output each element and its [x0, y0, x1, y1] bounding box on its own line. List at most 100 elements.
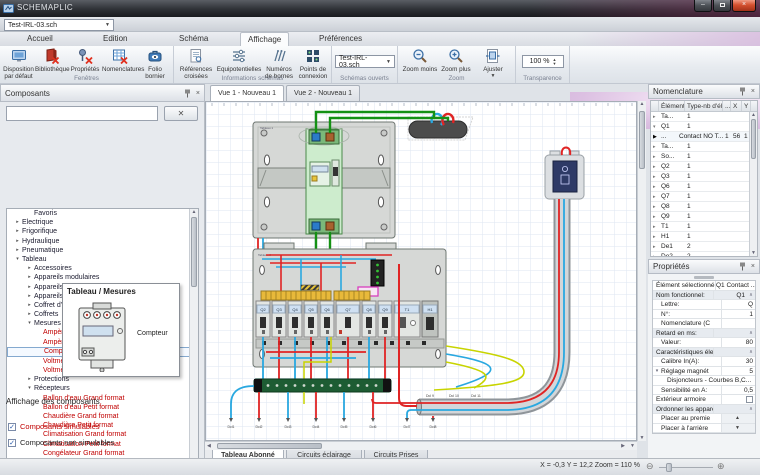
prop-row-exterieur-armoire[interactable]: Extérieur armoire — [653, 395, 755, 405]
schemas-ouverts-combo[interactable]: Test-IRL-03.sch▼ — [335, 55, 395, 68]
close-button[interactable]: × — [732, 0, 756, 12]
table-row-selected[interactable]: ▶...Contact NO T...1561 — [651, 132, 757, 142]
nomenclature-columns[interactable]: Élément Type-nb d'él... ... X Y — [651, 101, 757, 112]
zoom-moins-button[interactable]: Zoom moins — [402, 48, 438, 74]
canvas-hscrollbar[interactable]: ◀ ▶ ▼ — [205, 441, 637, 450]
proprietes-button[interactable]: Propriétés — [68, 48, 102, 74]
scroll-right-icon[interactable]: ▶ — [621, 443, 625, 449]
tab-affichage[interactable]: Affichage — [240, 32, 289, 46]
table-row[interactable]: ▸Q61 — [651, 182, 757, 192]
close-icon[interactable]: × — [751, 88, 755, 95]
tab-accueil[interactable]: Accueil — [20, 32, 60, 46]
zoom-out-icon[interactable]: ⊖ — [646, 461, 654, 472]
tab-schema[interactable]: Schéma — [172, 32, 215, 46]
tree-item-frigorifique[interactable]: ▸Frigorifique — [7, 227, 198, 236]
view-tab-1[interactable]: Vue 1 - Nouveau 1 — [210, 85, 284, 101]
bornier-terre[interactable] — [254, 379, 391, 392]
tableau-repartition[interactable]: Tableau 2 Q2 Q — [253, 243, 446, 367]
prop-row-lettre[interactable]: Lettre:Q — [653, 300, 755, 310]
prop-row-calibre[interactable]: Calibre In(A):30 — [653, 357, 755, 367]
tree-item-congelateur-grand[interactable]: Congélateur Grand format — [7, 449, 198, 458]
table-row[interactable]: ▸Ta...1 — [651, 112, 757, 122]
pin-icon[interactable] — [184, 89, 191, 98]
tree-item-recepteurs[interactable]: ▾Récepteurs — [7, 384, 198, 393]
coffret-abonne[interactable]: Tableau 1 — [253, 122, 395, 238]
tree-scrollbar[interactable]: ▲ ▼ — [189, 209, 198, 475]
prop-group-nom-fonctionnel[interactable]: Nom fonctionnel:Q1∧ — [653, 291, 755, 301]
scroll-split-icon[interactable]: ▼ — [630, 443, 635, 449]
placer-arriere-button[interactable]: Placer à l'arrière▼ — [653, 424, 755, 434]
table-row[interactable]: ▸Q71 — [651, 192, 757, 202]
close-icon[interactable]: × — [751, 263, 755, 270]
scroll-up-icon[interactable]: ▲ — [638, 101, 646, 107]
prop-group-ordonner[interactable]: Ordonner les appareils∧ — [653, 405, 755, 415]
nomenclature-scrollbar[interactable]: ▲ ▼ — [749, 112, 757, 256]
zoom-slider-thumb[interactable] — [666, 463, 672, 472]
scroll-thumb[interactable] — [639, 111, 645, 169]
table-row[interactable]: ▸Q31 — [651, 172, 757, 182]
canvas-vscrollbar[interactable]: ▲ ▼ — [637, 101, 646, 441]
table-row[interactable]: ▸De12 — [651, 242, 757, 252]
checkbox-icon[interactable] — [746, 396, 753, 403]
scroll-down-icon[interactable]: ▼ — [750, 250, 757, 256]
tree-item-appareils-modulaires[interactable]: ▸Appareils modulaires — [7, 273, 198, 282]
scroll-thumb[interactable] — [191, 217, 197, 287]
clear-search-button[interactable]: ✕ — [164, 106, 198, 121]
table-row[interactable]: ▸So...1 — [651, 152, 757, 162]
search-input[interactable] — [6, 106, 158, 121]
disjoncteur-branchement[interactable] — [299, 127, 349, 234]
table-row[interactable]: ▸Q81 — [651, 202, 757, 212]
boite-murale[interactable] — [545, 148, 584, 200]
zoom-in-icon[interactable]: ⊕ — [717, 461, 725, 472]
close-icon[interactable]: × — [196, 90, 200, 97]
table-row[interactable]: ▸T11 — [651, 222, 757, 232]
pin-icon[interactable] — [739, 87, 746, 96]
prop-row-valeur[interactable]: Valeur:80 — [653, 338, 755, 348]
table-row[interactable]: ▸H11 — [651, 232, 757, 242]
table-row[interactable]: ▾Q11 — [651, 122, 757, 132]
prop-row-reglage-magnetique[interactable]: ▾Réglage magnét5 — [653, 367, 755, 377]
transparence-spinner[interactable]: 100 % ▲▼ — [522, 55, 564, 68]
tree-item-favoris[interactable]: Favoris — [7, 209, 198, 218]
tree-item-accessoires[interactable]: ▸Accessoires — [7, 264, 198, 273]
splitter-handle[interactable] — [694, 276, 714, 279]
prop-row-disjoncteurs-courbes[interactable]: Disjoncteurs - Courbes B,C... — [653, 376, 755, 386]
minimize-button[interactable]: – — [694, 0, 712, 12]
scroll-thumb[interactable] — [751, 119, 756, 159]
maximize-button[interactable] — [713, 0, 731, 12]
prop-row-sensibilite[interactable]: Sensibilité en A:0,5 — [653, 386, 755, 396]
checkbox-non-simulables[interactable]: ✓Composants non simulables — [8, 438, 114, 447]
prop-group-caracteristiques[interactable]: Caractéristiques électriques∧ — [653, 348, 755, 358]
scroll-thumb[interactable] — [217, 443, 322, 449]
nomenclatures-button[interactable]: Nomenclatures — [102, 48, 138, 74]
pin-icon[interactable] — [739, 262, 746, 271]
disjoncteurs-row[interactable]: Q2 Q3 Q4 Q5 Q6 Q7 Q8 Q9 T1 H1 — [256, 301, 438, 337]
tab-preferences[interactable]: Préférences — [312, 32, 369, 46]
bibliotheque-button[interactable]: Bibliothèque — [35, 48, 68, 74]
spinner-arrows-icon[interactable]: ▲▼ — [552, 58, 556, 66]
tree-item-electrique[interactable]: ▸Electrique — [7, 218, 198, 227]
table-row[interactable]: ▸Q91 — [651, 212, 757, 222]
tree-item-hydraulique[interactable]: ▸Hydraulique — [7, 237, 198, 246]
zoom-plus-button[interactable]: Zoom plus — [438, 48, 474, 74]
equipotentielles-button[interactable]: Equipotentielles — [216, 48, 262, 74]
file-combo[interactable]: Test-IRL-03.sch▼ — [4, 19, 114, 31]
scroll-up-icon[interactable]: ▲ — [750, 112, 757, 118]
scroll-up-icon[interactable]: ▲ — [190, 209, 198, 215]
tab-edition[interactable]: Edition — [96, 32, 134, 46]
scroll-down-icon[interactable]: ▼ — [638, 435, 646, 441]
tree-item-tableau[interactable]: ▾Tableau — [7, 255, 198, 264]
schema-canvas[interactable]: Tableau 1 — [206, 102, 636, 440]
scroll-left-icon[interactable]: ◀ — [207, 443, 211, 449]
tree-item-chaudiere-grand[interactable]: Chaudière Grand format — [7, 412, 198, 421]
prop-row-numero[interactable]: N°:1 — [653, 310, 755, 320]
table-row[interactable]: ▸Ta...1 — [651, 142, 757, 152]
prop-row-nomenclature[interactable]: Nomenclature (C — [653, 319, 755, 329]
checkbox-simulables[interactable]: ✓Composants simulables — [8, 422, 100, 431]
prop-group-retard[interactable]: Retard en ms:∧ — [653, 329, 755, 339]
tree-item-pneumatique[interactable]: ▸Pneumatique — [7, 246, 198, 255]
placer-premier-button[interactable]: Placer au premie▲ — [653, 414, 755, 424]
table-row[interactable]: ▸De22 — [651, 252, 757, 257]
view-tab-2[interactable]: Vue 2 - Nouveau 1 — [286, 85, 360, 101]
table-row[interactable]: ▸Q21 — [651, 162, 757, 172]
